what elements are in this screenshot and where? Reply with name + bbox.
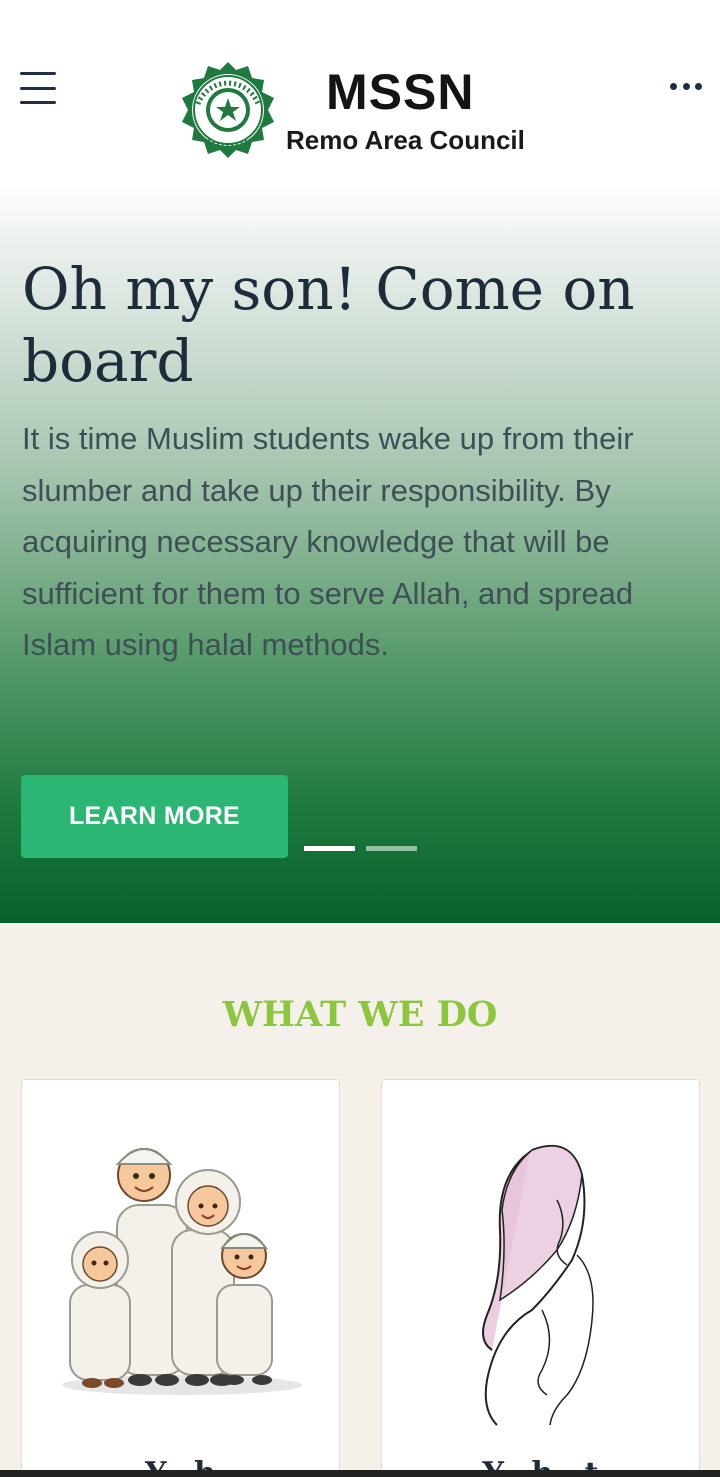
service-card[interactable]: Y...h...t <box>381 1079 700 1477</box>
hamburger-menu-icon[interactable] <box>20 72 56 104</box>
logo-subtitle: Remo Area Council <box>286 125 525 155</box>
slider-dot-1[interactable] <box>304 846 355 851</box>
more-options-icon[interactable] <box>670 76 702 96</box>
slider-dot-2[interactable] <box>366 846 417 851</box>
hero-slider: Oh my son! Come on board It is time Musl… <box>0 183 720 923</box>
what-we-do-heading: WHAT WE DO <box>222 994 498 1035</box>
bottom-edge-bar <box>0 1470 720 1477</box>
logo-title: MSSN <box>326 64 475 120</box>
muslim-family-illustration <box>62 1148 302 1395</box>
learn-more-button[interactable]: LEARN MORE <box>21 775 288 858</box>
service-card[interactable]: Y...h <box>21 1079 340 1477</box>
mssn-emblem-icon <box>182 62 274 158</box>
hero-title: Oh my son! Come on board <box>22 255 635 395</box>
app-header: MSSN Remo Area Council <box>0 0 720 183</box>
hero-text: It is time Muslim students wake up from … <box>22 421 634 662</box>
hijab-woman-line-art <box>482 1145 594 1426</box>
site-logo[interactable]: MSSN Remo Area Council <box>178 60 538 160</box>
